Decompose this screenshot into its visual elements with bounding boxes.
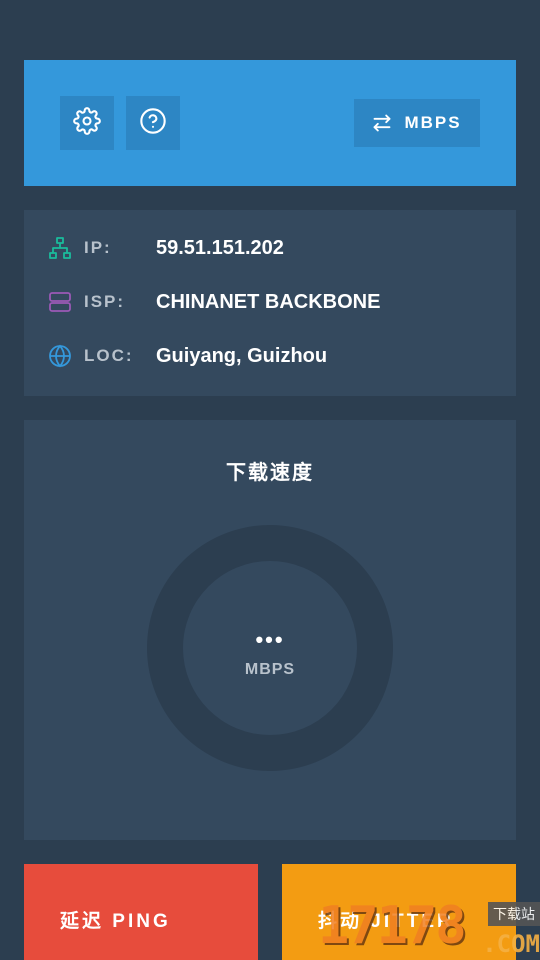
connection-info-card: IP: 59.51.151.202 ISP: CHINANET BACKBONE: [24, 210, 516, 396]
loc-label: LOC:: [84, 346, 134, 365]
isp-label: ISP:: [84, 292, 126, 311]
speed-unit: MBPS: [244, 661, 296, 678]
speed-gauge: ••• MBPS: [147, 525, 393, 771]
globe-icon: [48, 344, 72, 368]
unit-label: MBPS: [404, 113, 462, 132]
ping-label: 延迟 PING: [60, 911, 171, 932]
question-circle-icon: [139, 107, 167, 140]
settings-button[interactable]: [60, 96, 114, 150]
download-speed-card: 下载速度 ••• MBPS: [24, 420, 516, 840]
network-icon: [48, 236, 72, 260]
speedtest-screen: MBPS IP: 59.51.151.202 ISP: CHINANET BAC…: [0, 0, 540, 960]
ping-tile[interactable]: 延迟 PING: [24, 864, 258, 960]
jitter-label: 抖动 JITTER: [318, 911, 454, 932]
speed-value: •••: [255, 627, 285, 652]
isp-row: ISP: CHINANET BACKBONE: [48, 287, 380, 317]
header-card: MBPS: [24, 60, 516, 186]
loc-value: Guiyang, Guizhou: [156, 344, 328, 367]
gear-icon: [73, 106, 101, 140]
ip-label: IP:: [84, 238, 112, 257]
loc-row: LOC: Guiyang, Guizhou: [48, 341, 327, 371]
ip-row: IP: 59.51.151.202: [48, 233, 284, 263]
isp-value: CHINANET BACKBONE: [156, 290, 381, 313]
ip-value: 59.51.151.202: [156, 236, 284, 259]
jitter-tile[interactable]: 抖动 JITTER: [282, 864, 516, 960]
server-icon: [48, 290, 72, 314]
swap-arrows-icon: [372, 113, 404, 133]
gauge-center: ••• MBPS: [183, 561, 357, 735]
speed-title: 下载速度: [226, 462, 314, 484]
help-button[interactable]: [126, 96, 180, 150]
unit-toggle-button[interactable]: MBPS: [354, 99, 480, 147]
